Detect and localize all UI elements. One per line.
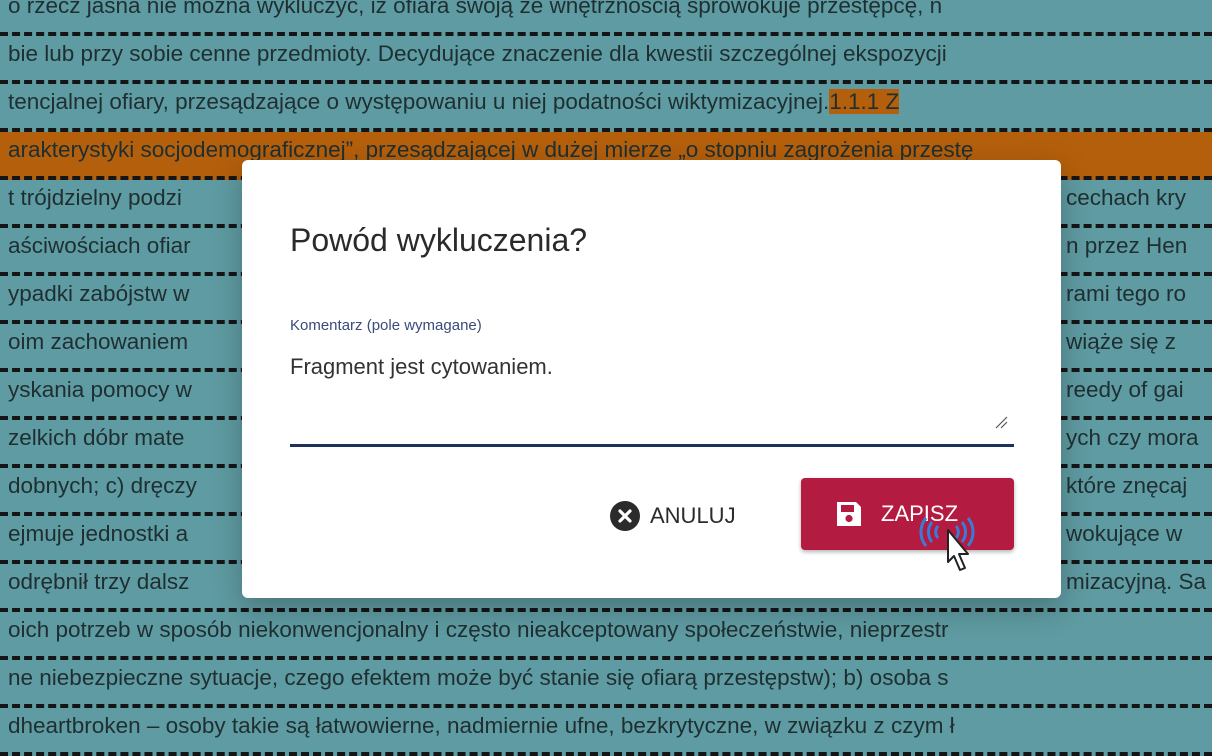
- doc-line-0: o rzecz jasna nie można wykluczyć, iż of…: [0, 0, 1212, 36]
- comment-field-underline: [290, 444, 1014, 447]
- right-fragment-1: n przez Hen: [1066, 233, 1188, 258]
- doc-line-2: tencjalnej ofiary, przesądzające o wystę…: [0, 84, 1212, 132]
- right-fragment-3: wiąże się z: [1066, 329, 1177, 354]
- exclusion-reason-dialog: Powód wykluczenia? Komentarz (pole wymag…: [242, 160, 1061, 598]
- right-fragment-2: rami tego ro: [1066, 281, 1187, 306]
- comment-field-label: Komentarz (pole wymagane): [290, 317, 482, 334]
- right-fragment-0: cechach kry: [1066, 185, 1187, 210]
- right-fragment-7: wokujące w: [1066, 521, 1183, 546]
- cancel-button-label: ANULUJ: [650, 503, 736, 528]
- doc-line-1: bie lub przy sobie cenne przedmioty. Dec…: [0, 36, 1212, 84]
- save-button-label: ZAPISZ: [881, 501, 959, 526]
- doc-line-15: dheartbroken – osoby takie są łatwowiern…: [0, 708, 1212, 756]
- comment-field[interactable]: [290, 354, 1010, 434]
- right-fragment-8: mizacyjną. Sa: [1066, 569, 1207, 594]
- right-fragment-6: które znęcaj: [1066, 473, 1188, 498]
- cancel-button[interactable]: ANULUJ: [610, 494, 780, 538]
- right-fragment-5: ych czy mora: [1066, 425, 1199, 450]
- right-fragment-4: reedy of gai: [1066, 377, 1184, 402]
- doc-line-14: ne niebezpieczne sytuacje, czego efektem…: [0, 660, 1212, 708]
- floppy-disk-icon: [837, 502, 861, 526]
- resize-grip-icon[interactable]: [994, 415, 1008, 429]
- close-circle-icon: [610, 501, 640, 531]
- dialog-title: Powód wykluczenia?: [290, 222, 588, 258]
- save-button[interactable]: ZAPISZ: [801, 478, 1014, 550]
- highlight-tail: 1.1.1 Z: [829, 89, 900, 114]
- doc-line-13: oich potrzeb w sposób niekonwencjonalny …: [0, 612, 1212, 660]
